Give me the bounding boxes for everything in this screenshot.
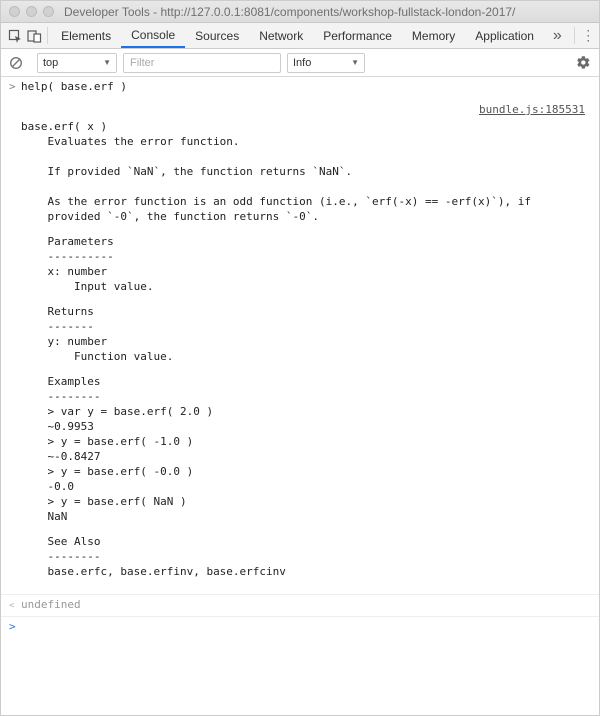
tab-performance[interactable]: Performance <box>313 23 402 48</box>
example-line: > y = base.erf( NaN ) <box>21 494 589 509</box>
minimize-window-button[interactable] <box>26 6 37 17</box>
console-input[interactable] <box>21 619 591 634</box>
prompt-chevron-icon: > <box>9 619 21 634</box>
output-chevron-icon: < <box>9 597 21 614</box>
help-line: As the error function is an odd function… <box>21 194 589 209</box>
section-underline: -------- <box>21 549 589 564</box>
command-text: help( base.erf ) <box>21 79 591 94</box>
source-link-row: bundle.js:185531 <box>1 96 599 119</box>
console-input-echo: > help( base.erf ) <box>1 77 599 96</box>
example-result: NaN <box>21 509 589 524</box>
settings-menu-button[interactable]: ⋮ <box>578 23 599 48</box>
param-desc: Input value. <box>21 279 589 294</box>
console-toolbar: top ▼ Info ▼ <box>1 49 599 77</box>
see-also-line: base.erfc, base.erfinv, base.erfcinv <box>21 564 589 579</box>
help-line: provided `-0`, the function returns `-0`… <box>21 209 589 224</box>
help-blank <box>21 579 589 594</box>
example-result: ~-0.8427 <box>21 449 589 464</box>
tab-console[interactable]: Console <box>121 23 185 48</box>
return-value: undefined <box>21 597 591 614</box>
tab-network[interactable]: Network <box>249 23 313 48</box>
console-settings-icon[interactable] <box>573 53 593 73</box>
help-signature: base.erf( x ) <box>21 119 589 134</box>
inspect-element-icon[interactable] <box>5 23 25 48</box>
console-return-row: < undefined <box>1 594 599 617</box>
separator <box>574 27 575 44</box>
section-heading: Returns <box>21 304 589 319</box>
section-heading: See Also <box>21 534 589 549</box>
example-result: -0.0 <box>21 479 589 494</box>
help-line: If provided `NaN`, the function returns … <box>21 164 589 179</box>
devtools-window: Developer Tools - http://127.0.0.1:8081/… <box>0 0 600 716</box>
device-toolbar-icon[interactable] <box>25 23 45 48</box>
close-window-button[interactable] <box>9 6 20 17</box>
chevron-down-icon: ▼ <box>351 58 359 67</box>
section-heading: Parameters <box>21 234 589 249</box>
separator <box>47 27 48 44</box>
param-line: x: number <box>21 264 589 279</box>
input-chevron-icon: > <box>9 79 21 94</box>
console-prompt[interactable]: > <box>1 617 599 636</box>
help-blank <box>21 179 589 194</box>
execution-context-selector[interactable]: top ▼ <box>37 53 117 73</box>
example-result: ~0.9953 <box>21 419 589 434</box>
example-line: > y = base.erf( -1.0 ) <box>21 434 589 449</box>
panel-tabs: Elements Console Sources Network Perform… <box>51 23 544 48</box>
context-label: top <box>43 57 58 69</box>
zoom-window-button[interactable] <box>43 6 54 17</box>
source-link[interactable]: bundle.js:185531 <box>479 102 589 117</box>
level-label: Info <box>293 57 311 69</box>
chevron-down-icon: ▼ <box>103 58 111 67</box>
help-blank <box>21 149 589 164</box>
example-line: > var y = base.erf( 2.0 ) <box>21 404 589 419</box>
section-underline: ---------- <box>21 249 589 264</box>
section-heading: Examples <box>21 374 589 389</box>
tab-memory[interactable]: Memory <box>402 23 465 48</box>
tab-elements[interactable]: Elements <box>51 23 121 48</box>
section-underline: -------- <box>21 389 589 404</box>
return-desc: Function value. <box>21 349 589 364</box>
window-titlebar: Developer Tools - http://127.0.0.1:8081/… <box>1 1 599 23</box>
filter-input[interactable] <box>123 53 281 73</box>
log-level-selector[interactable]: Info ▼ <box>287 53 365 73</box>
return-line: y: number <box>21 334 589 349</box>
help-line: Evaluates the error function. <box>21 134 589 149</box>
traffic-lights <box>9 6 54 17</box>
clear-console-icon[interactable] <box>7 54 25 72</box>
tab-application[interactable]: Application <box>465 23 544 48</box>
example-line: > y = base.erf( -0.0 ) <box>21 464 589 479</box>
help-output: base.erf( x ) Evaluates the error functi… <box>1 119 599 594</box>
tabs-overflow-button[interactable]: » <box>544 23 571 48</box>
console-output[interactable]: > help( base.erf ) bundle.js:185531 base… <box>1 77 599 715</box>
tab-sources[interactable]: Sources <box>185 23 249 48</box>
window-title: Developer Tools - http://127.0.0.1:8081/… <box>64 5 515 19</box>
section-underline: ------- <box>21 319 589 334</box>
devtools-tabstrip: Elements Console Sources Network Perform… <box>1 23 599 49</box>
